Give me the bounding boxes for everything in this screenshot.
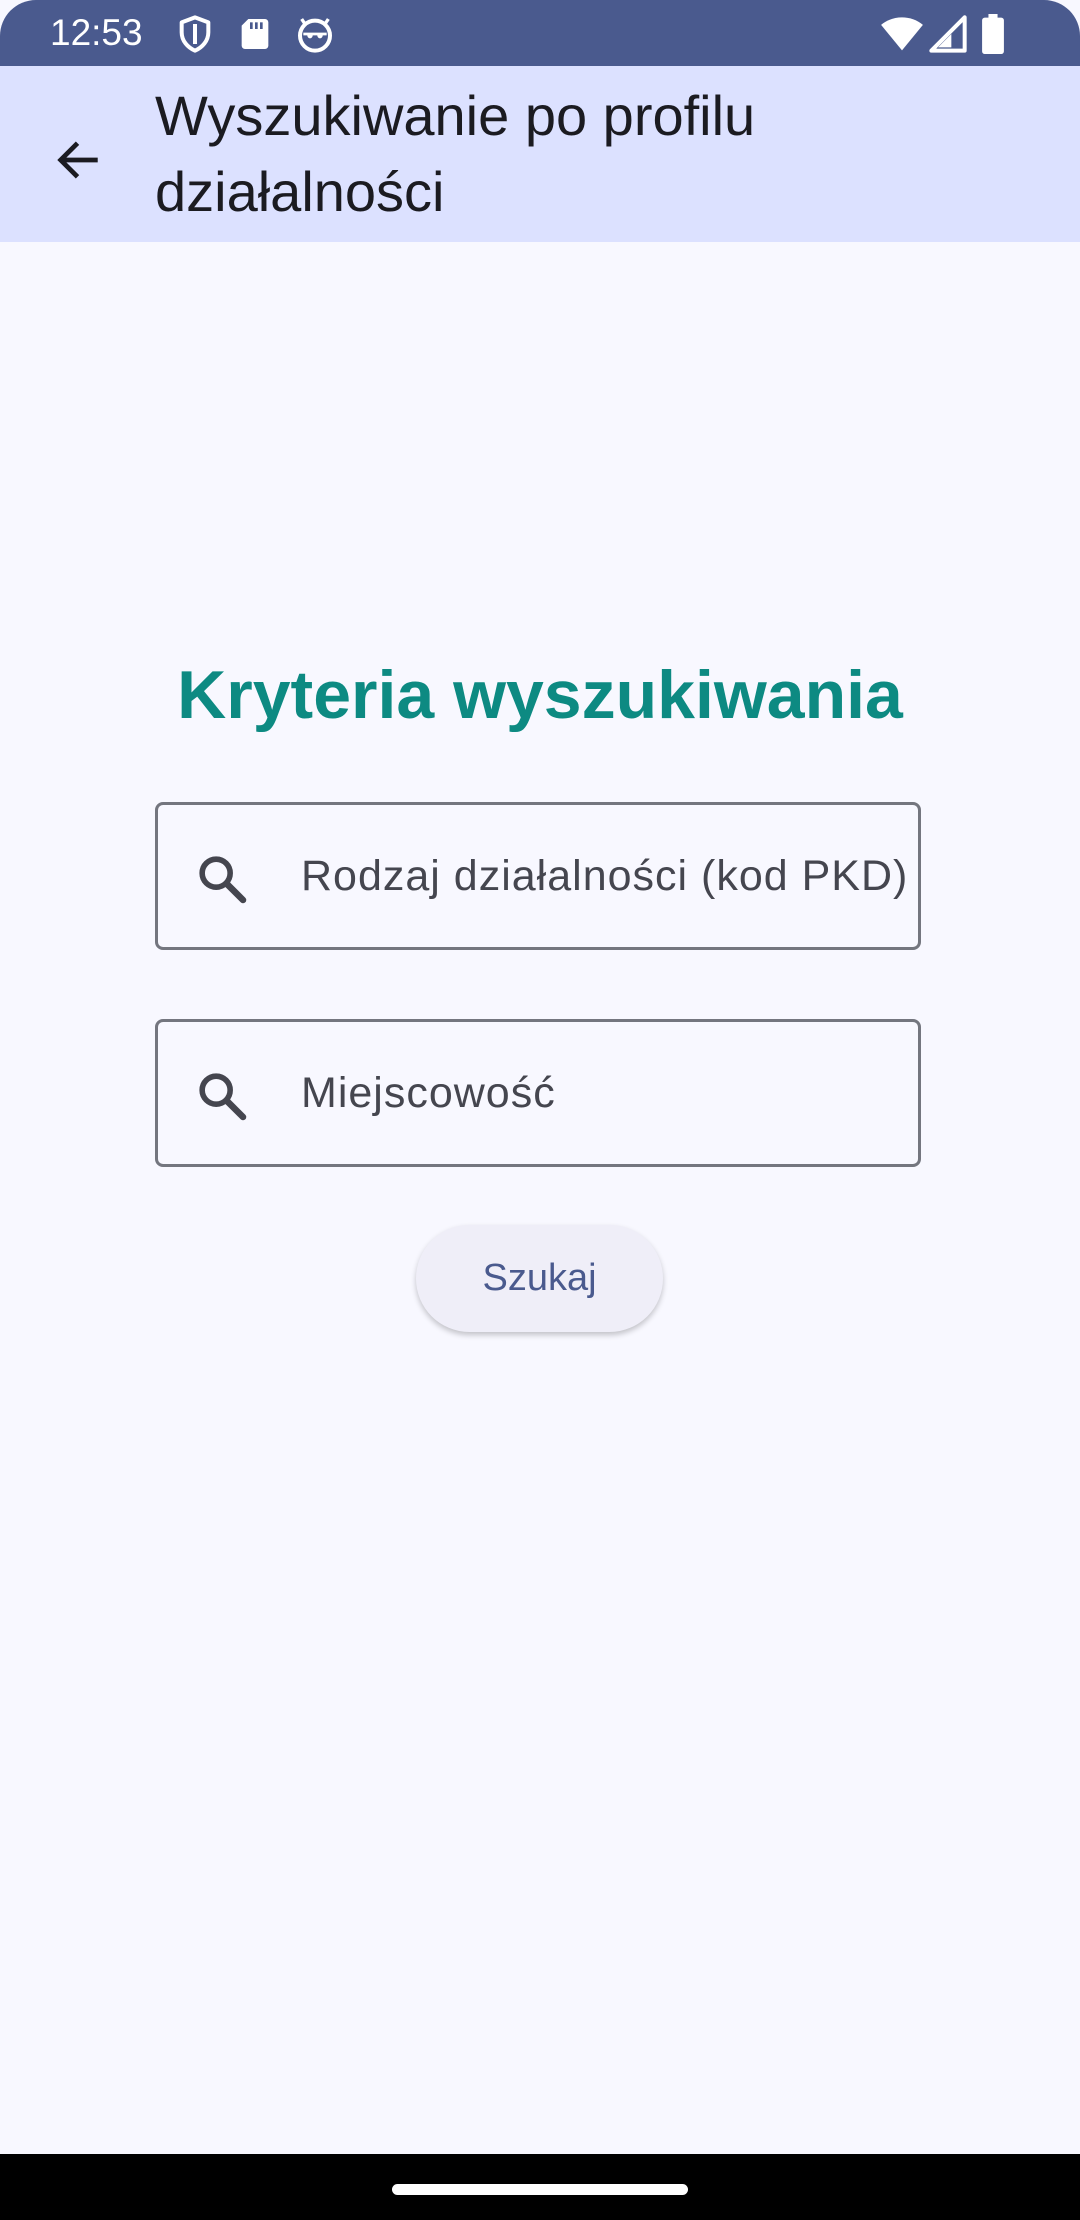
status-time: 12:53 [50,12,143,53]
page-title: Wyszukiwanie po profilu działalności [155,84,756,223]
android-face-icon [298,18,332,53]
status-bar: 12:53 [0,0,1080,66]
cellular-signal-icon [929,15,967,53]
navigation-bar [0,2154,1080,2220]
top-app-bar: Wyszukiwanie po profilu działalności [0,66,1080,242]
shield-icon [179,15,211,53]
back-button[interactable] [30,112,126,208]
battery-icon [982,14,1004,54]
search-button[interactable]: Szukaj [416,1225,663,1332]
arrow-back-icon [57,141,98,179]
city-placeholder: Miejscowość [301,1069,556,1117]
sd-card-icon [241,19,269,49]
search-icon [199,856,247,904]
search-criteria-heading: Kryteria wyszukiwania [177,657,903,733]
activity-type-placeholder: Rodzaj działalności (kod PKD) [301,852,909,900]
search-icon [199,1073,247,1121]
city-field[interactable]: Miejscowość [155,1019,921,1167]
home-indicator[interactable] [392,2184,688,2195]
wifi-icon [881,17,923,51]
activity-type-pkd-field[interactable]: Rodzaj działalności (kod PKD) [155,802,921,950]
